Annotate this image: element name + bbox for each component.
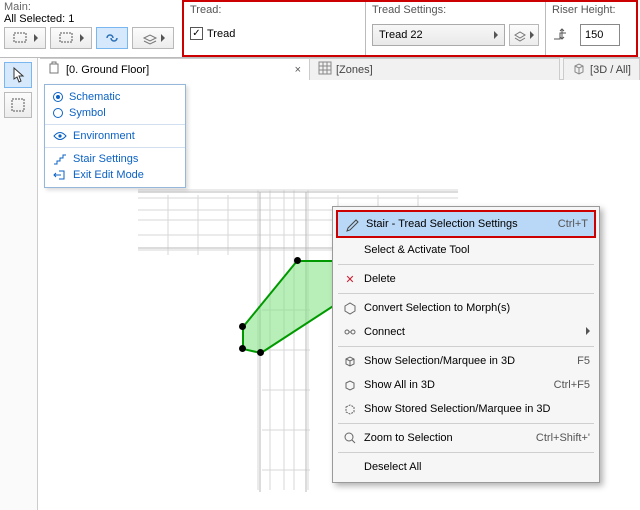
tread-settings-header: Tread Settings: xyxy=(372,4,539,16)
all-selected-label: All Selected: 1 xyxy=(4,13,176,25)
ctx-deselect-label: Deselect All xyxy=(360,461,590,473)
ctx-show-all-3d-label: Show All in 3D xyxy=(360,379,546,391)
ctx-show-selection-3d[interactable]: Show Selection/Marquee in 3D F5 xyxy=(336,349,596,373)
cube-selection-icon xyxy=(340,354,360,368)
arrow-tool-button[interactable] xyxy=(4,62,32,88)
selection-mode-2-button[interactable] xyxy=(50,27,92,49)
ctx-show-stored-3d[interactable]: Show Stored Selection/Marquee in 3D xyxy=(336,397,596,421)
option-exit-edit-label: Exit Edit Mode xyxy=(73,169,144,181)
riser-height-value: 150 xyxy=(585,29,603,41)
radio-off-icon xyxy=(53,108,63,118)
ctx-show-all-3d-shortcut: Ctrl+F5 xyxy=(546,379,590,391)
ctx-morph-label: Convert Selection to Morph(s) xyxy=(360,302,590,314)
cube-icon xyxy=(572,61,586,78)
submenu-arrow-icon xyxy=(580,326,590,338)
option-stair-settings-label: Stair Settings xyxy=(73,153,138,165)
riser-height-icon xyxy=(552,26,574,45)
tread-settings-aux-button[interactable] xyxy=(509,24,539,46)
tab-ground-floor-label: [0. Ground Floor] xyxy=(66,64,149,76)
ctx-show-all-3d[interactable]: Show All in 3D Ctrl+F5 xyxy=(336,373,596,397)
riser-height-input[interactable]: 150 xyxy=(580,24,620,46)
ctx-tread-settings-shortcut: Ctrl+T xyxy=(550,218,588,230)
ctx-show-sel-3d-shortcut: F5 xyxy=(569,355,590,367)
tab-3d-all-label: [3D / All] xyxy=(590,64,631,76)
grid-icon xyxy=(318,61,332,78)
layers-button[interactable] xyxy=(132,27,174,49)
radio-on-icon xyxy=(53,92,63,102)
stair-settings-icon xyxy=(53,153,67,165)
option-schematic[interactable]: Schematic xyxy=(45,89,185,105)
option-symbol-label: Symbol xyxy=(69,107,106,119)
tread-header: Tread: xyxy=(190,4,359,16)
option-symbol[interactable]: Symbol xyxy=(45,105,185,121)
ctx-delete[interactable]: ✕ Delete xyxy=(336,267,596,291)
tab-zones[interactable]: [Zones] xyxy=(310,58,560,80)
ctx-tread-selection-settings[interactable]: Stair - Tread Selection Settings Ctrl+T xyxy=(338,212,594,236)
ctx-select-activate-tool[interactable]: Select & Activate Tool xyxy=(336,238,596,262)
selection-mode-1-button[interactable] xyxy=(4,27,46,49)
ctx-select-activate-label: Select & Activate Tool xyxy=(360,244,590,256)
ctx-connect-label: Connect xyxy=(360,326,580,338)
exit-icon xyxy=(53,169,67,181)
tread-settings-value: Tread 22 xyxy=(379,29,423,41)
ctx-delete-label: Delete xyxy=(360,273,590,285)
link-mode-button[interactable] xyxy=(96,27,128,49)
settings-icon xyxy=(342,217,362,231)
cube-all-icon xyxy=(340,378,360,392)
ctx-zoom-selection[interactable]: Zoom to Selection Ctrl+Shift+' xyxy=(336,426,596,450)
ctx-zoom-shortcut: Ctrl+Shift+' xyxy=(528,432,590,444)
ctx-connect[interactable]: Connect xyxy=(336,320,596,344)
option-schematic-label: Schematic xyxy=(69,91,120,103)
ctx-zoom-label: Zoom to Selection xyxy=(360,432,528,444)
tread-checkbox-label: Tread xyxy=(207,28,235,40)
morph-icon xyxy=(340,301,360,315)
close-icon[interactable]: × xyxy=(285,64,301,76)
context-menu: Stair - Tread Selection Settings Ctrl+T … xyxy=(332,206,600,483)
cube-stored-icon xyxy=(340,402,360,416)
ctx-deselect-all[interactable]: Deselect All xyxy=(336,455,596,479)
tread-settings-dropdown[interactable]: Tread 22 xyxy=(372,24,505,46)
ctx-convert-morph[interactable]: Convert Selection to Morph(s) xyxy=(336,296,596,320)
ctx-show-sel-3d-label: Show Selection/Marquee in 3D xyxy=(360,355,569,367)
zoom-icon xyxy=(340,431,360,445)
plan-icon xyxy=(48,61,62,78)
tab-zones-label: [Zones] xyxy=(336,64,373,76)
riser-height-header: Riser Height: xyxy=(552,4,630,16)
option-environment-label: Environment xyxy=(73,130,135,142)
option-environment[interactable]: Environment xyxy=(45,128,185,144)
eye-icon xyxy=(53,131,67,141)
connect-icon xyxy=(340,325,360,339)
tab-3d-all[interactable]: [3D / All] xyxy=(563,58,640,80)
tread-info-panel: Tread: ✓ Tread Tread Settings: Tread 22 … xyxy=(182,0,638,57)
ctx-show-stored-3d-label: Show Stored Selection/Marquee in 3D xyxy=(360,403,590,415)
delete-icon: ✕ xyxy=(340,273,360,286)
edit-mode-side-menu: Schematic Symbol Environment Stair Setti… xyxy=(44,84,186,188)
option-stair-settings[interactable]: Stair Settings xyxy=(45,151,185,167)
marquee-tool-button[interactable] xyxy=(4,92,32,118)
main-label: Main: xyxy=(4,1,176,13)
option-exit-edit[interactable]: Exit Edit Mode xyxy=(45,167,185,183)
ctx-tread-settings-label: Stair - Tread Selection Settings xyxy=(362,218,550,230)
tread-checkbox[interactable]: ✓ xyxy=(190,27,203,40)
tab-ground-floor[interactable]: [0. Ground Floor] × xyxy=(40,58,310,80)
